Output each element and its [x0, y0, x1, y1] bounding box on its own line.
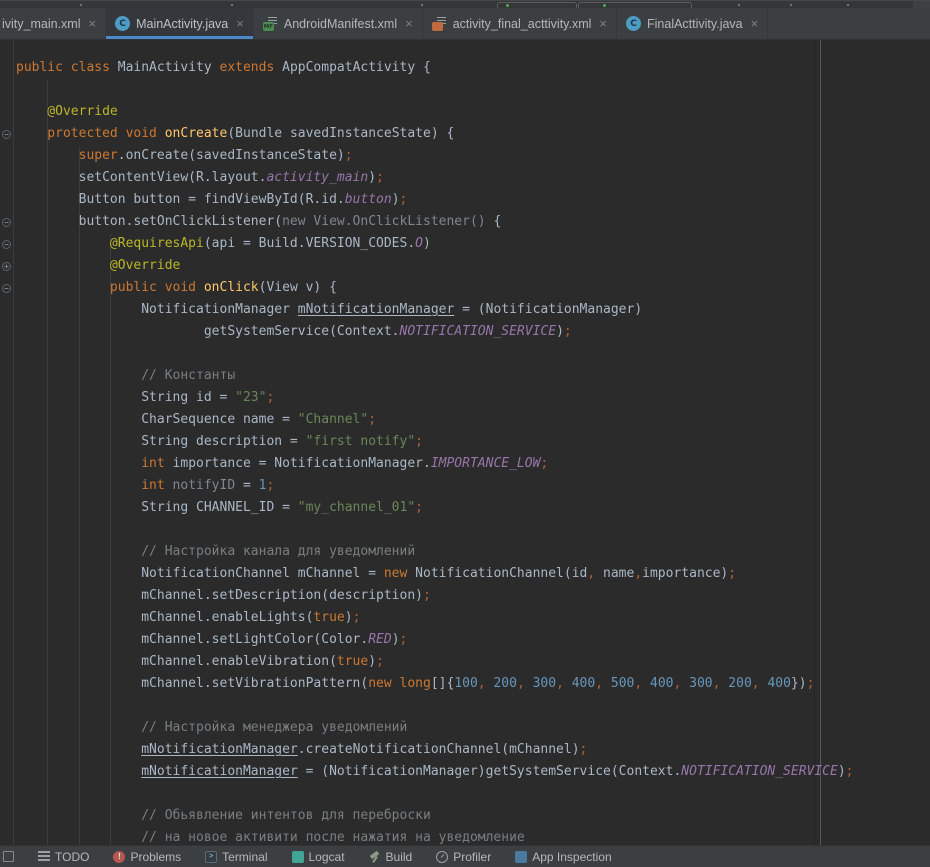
logcat-icon [292, 851, 304, 863]
code-line: button.setOnClickListener(new View.OnCli… [0, 211, 930, 233]
tab-label: ivity_main.xml [2, 17, 81, 31]
tab-AndroidManifest.xml[interactable]: MF AndroidManifest.xml × [254, 8, 423, 39]
code-line [0, 343, 930, 365]
fold-toggle-icon[interactable]: − [2, 284, 11, 293]
class-file-icon: C [115, 16, 130, 31]
toolbar-dot [847, 4, 849, 6]
code-line: @RequiresApi(api = Build.VERSION_CODES.O… [0, 233, 930, 255]
fold-toggle-icon[interactable]: + [2, 262, 11, 271]
toolwindow-button-problems[interactable]: ! Problems [113, 850, 181, 864]
close-icon[interactable]: × [405, 17, 413, 30]
code-line: protected void onCreate(Bundle savedInst… [0, 123, 930, 145]
toolwindow-button-logcat[interactable]: Logcat [292, 850, 345, 864]
code-line: mChannel.enableLights(true); [0, 607, 930, 629]
code-line: Button button = findViewById(R.id.button… [0, 189, 930, 211]
window-stripe-toggle-icon[interactable] [3, 851, 14, 862]
code-line [0, 519, 930, 541]
code-line: // на новое активити после нажатия на ув… [0, 827, 930, 849]
problems-icon: ! [113, 851, 125, 863]
code-line: super.onCreate(savedInstanceState); [0, 145, 930, 167]
android-studio-window: { "accent_colors": { "tab_underline": "#… [0, 0, 930, 855]
toolwindow-button-profiler[interactable]: Profiler [436, 850, 491, 864]
toolwindow-button-label: App Inspection [532, 850, 611, 864]
tab-activity_final_acttivity.xml[interactable]: activity_final_acttivity.xml × [423, 8, 617, 39]
toolbar-dot [421, 4, 423, 6]
code-line: public class MainActivity extends AppCom… [0, 57, 930, 79]
code-line: mChannel.setVibrationPattern(new long[]{… [0, 673, 930, 695]
code-line: // Настройка канала для уведомлений [0, 541, 930, 563]
code-line: @Override [0, 101, 930, 123]
code-line [0, 695, 930, 717]
main-toolbar-partial [0, 0, 930, 8]
class-file-icon: C [626, 16, 641, 31]
toolbar-dot [790, 4, 792, 6]
toolwindow-button-app-inspection[interactable]: App Inspection [515, 850, 611, 864]
code-line: mChannel.setDescription(description); [0, 585, 930, 607]
code-line: @Override [0, 255, 930, 277]
tab-MainActivity.java[interactable]: C MainActivity.java × [106, 8, 254, 39]
tab-label: AndroidManifest.xml [284, 17, 397, 31]
todo-icon [38, 851, 50, 863]
toolwindow-button-label: TODO [55, 850, 89, 864]
toolwindow-button-label: Logcat [309, 850, 345, 864]
code-line: // Константы [0, 365, 930, 387]
code-line: // Настройка менеджера уведомлений [0, 717, 930, 739]
close-icon[interactable]: × [751, 17, 759, 30]
file-type-badge [432, 22, 443, 31]
fold-toggle-icon[interactable]: − [2, 240, 11, 249]
close-icon[interactable]: × [599, 17, 607, 30]
code-line: public void onClick(View v) { [0, 277, 930, 299]
tab-label: FinalActtivity.java [647, 17, 743, 31]
code-line [0, 783, 930, 805]
code-line: mNotificationManager = (NotificationMana… [0, 761, 930, 783]
layout-file-icon [432, 16, 447, 31]
toolwindow-button-label: Profiler [453, 850, 491, 864]
toolbar-dot [231, 4, 233, 6]
code-line: mChannel.setLightColor(Color.RED); [0, 629, 930, 651]
code-line [0, 79, 930, 101]
toolbar-dot [738, 4, 740, 6]
terminal-icon: > [205, 851, 217, 863]
toolbar-dot [80, 4, 82, 6]
code-line: // Обьявление интентов для переброски [0, 805, 930, 827]
inspection-icon [515, 851, 527, 863]
code-editor[interactable]: − − − + − public class MainActivity extends … [0, 40, 930, 855]
code-line: String description = "first notify"; [0, 431, 930, 453]
fold-toggle-icon[interactable]: − [2, 130, 11, 139]
toolwindow-button-build[interactable]: Build [369, 850, 413, 864]
code-text[interactable]: public class MainActivity extends AppCom… [0, 57, 930, 849]
tab-label: MainActivity.java [136, 17, 228, 31]
code-line: setContentView(R.layout.activity_main); [0, 167, 930, 189]
build-icon [369, 851, 381, 863]
device-status-icon [603, 4, 606, 7]
toolwindow-button-label: Build [386, 850, 413, 864]
fold-toggle-icon[interactable]: − [2, 218, 11, 227]
code-line: NotificationChannel mChannel = new Notif… [0, 563, 930, 585]
code-line: mChannel.enableVibration(true); [0, 651, 930, 673]
profiler-icon [436, 851, 448, 863]
code-line: getSystemService(Context.NOTIFICATION_SE… [0, 321, 930, 343]
run-icon [506, 4, 509, 7]
file-type-badge: MF [263, 22, 274, 31]
code-line: CharSequence name = "Channel"; [0, 409, 930, 431]
close-icon[interactable]: × [236, 17, 244, 30]
code-line: int notifyID = 1; [0, 475, 930, 497]
tab-label: activity_final_acttivity.xml [453, 17, 592, 31]
toolwindow-button-label: Problems [130, 850, 181, 864]
tab-FinalActtivity.java[interactable]: C FinalActtivity.java × [617, 8, 768, 39]
code-line: NotificationManager mNotificationManager… [0, 299, 930, 321]
manifest-file-icon: MF [263, 16, 278, 31]
editor-tab-bar: ivity_main.xml × C MainActivity.java × MF Andr… [0, 8, 930, 40]
toolwindow-button-todo[interactable]: TODO [38, 850, 89, 864]
tab-ivity_main.xml[interactable]: ivity_main.xml × [0, 8, 106, 39]
code-line: int importance = NotificationManager.IMP… [0, 453, 930, 475]
toolwindow-button-terminal[interactable]: > Terminal [205, 850, 267, 864]
code-line: String CHANNEL_ID = "my_channel_01"; [0, 497, 930, 519]
toolwindow-button-label: Terminal [222, 850, 267, 864]
code-line: mNotificationManager.createNotificationC… [0, 739, 930, 761]
close-icon[interactable]: × [89, 17, 97, 30]
code-line: String id = "23"; [0, 387, 930, 409]
